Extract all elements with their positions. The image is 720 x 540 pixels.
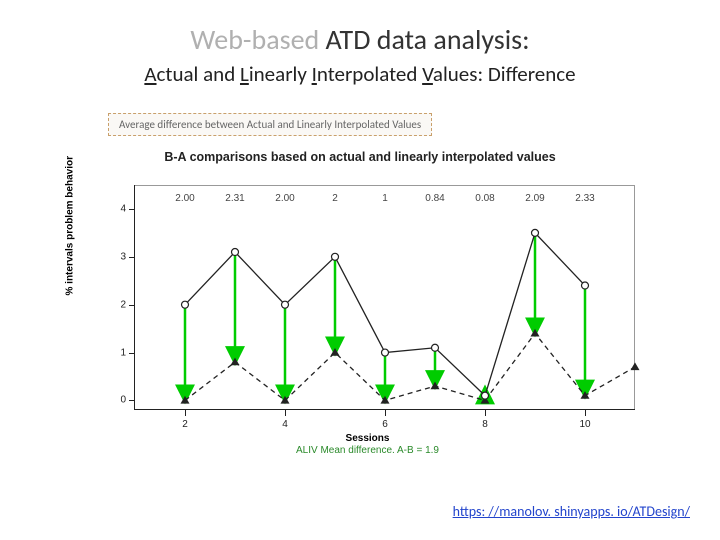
bar-value-label: 1 [382, 193, 388, 204]
chart: % intervals problem behavior Sessions AL… [90, 175, 645, 455]
bar-value-label: 2.09 [525, 193, 544, 204]
title-faded: Web-based [190, 22, 325, 57]
footer-link[interactable]: https: //manolov. shinyapps. io/ATDesign… [453, 503, 690, 520]
upper-series-marker [432, 344, 439, 351]
bar-value-label: 2 [332, 193, 338, 204]
y-tick [129, 257, 135, 258]
x-tick [185, 410, 186, 416]
bar-value-label: 2.33 [575, 193, 594, 204]
lower-series-marker [331, 348, 340, 356]
upper-series-marker [332, 253, 339, 260]
title-main: ATD data analysis: [326, 22, 530, 57]
aliv-caption: ALIV Mean difference. A-B = 1.9 [90, 445, 645, 456]
x-tick-label: 2 [182, 419, 188, 430]
bar-value-label: 2.31 [225, 193, 244, 204]
title-block: Web-based ATD data analysis: Actual and … [0, 0, 720, 87]
x-tick [385, 410, 386, 416]
y-tick-label: 2 [110, 299, 126, 310]
y-tick [129, 353, 135, 354]
lower-series-marker [581, 391, 590, 399]
upper-series-marker [182, 301, 189, 308]
y-tick-label: 3 [110, 251, 126, 262]
upper-series-marker [232, 249, 239, 256]
x-tick-label: 4 [282, 419, 288, 430]
upper-series-marker [532, 229, 539, 236]
upper-series-marker [382, 349, 389, 356]
x-tick [285, 410, 286, 416]
x-tick-label: 10 [579, 419, 590, 430]
bar-value-label: 2.00 [275, 193, 294, 204]
y-axis-title: % intervals problem behavior [65, 156, 76, 296]
legend-text: Average difference between Actual and Li… [119, 118, 421, 131]
plot-svg [135, 185, 635, 410]
y-tick-label: 1 [110, 347, 126, 358]
lower-series-marker [531, 329, 540, 337]
legend-box: Average difference between Actual and Li… [108, 113, 432, 136]
lower-series-line [185, 333, 635, 400]
y-tick-label: 0 [110, 395, 126, 406]
bar-value-label: 0.08 [475, 193, 494, 204]
chart-title: B-A comparisons based on actual and line… [0, 150, 720, 164]
lower-series-marker [181, 396, 190, 404]
x-axis-title: Sessions [90, 433, 645, 444]
upper-series-marker [282, 301, 289, 308]
bar-value-label: 2.00 [175, 193, 194, 204]
upper-series-marker [482, 392, 489, 399]
x-tick-label: 8 [482, 419, 488, 430]
y-tick [129, 305, 135, 306]
y-tick [129, 209, 135, 210]
x-tick [585, 410, 586, 416]
lower-series-marker [231, 358, 240, 366]
y-tick [129, 400, 135, 401]
x-tick [485, 410, 486, 416]
x-tick-label: 6 [382, 419, 388, 430]
lower-series-marker [631, 362, 640, 370]
lower-series-marker [431, 382, 440, 390]
lower-series-marker [381, 396, 390, 404]
upper-series-marker [582, 282, 589, 289]
y-tick-label: 4 [110, 203, 126, 214]
page-subtitle: Actual and Linearly Interpolated Values:… [0, 61, 720, 87]
page-title: Web-based ATD data analysis: [0, 22, 720, 57]
bar-value-label: 0.84 [425, 193, 444, 204]
